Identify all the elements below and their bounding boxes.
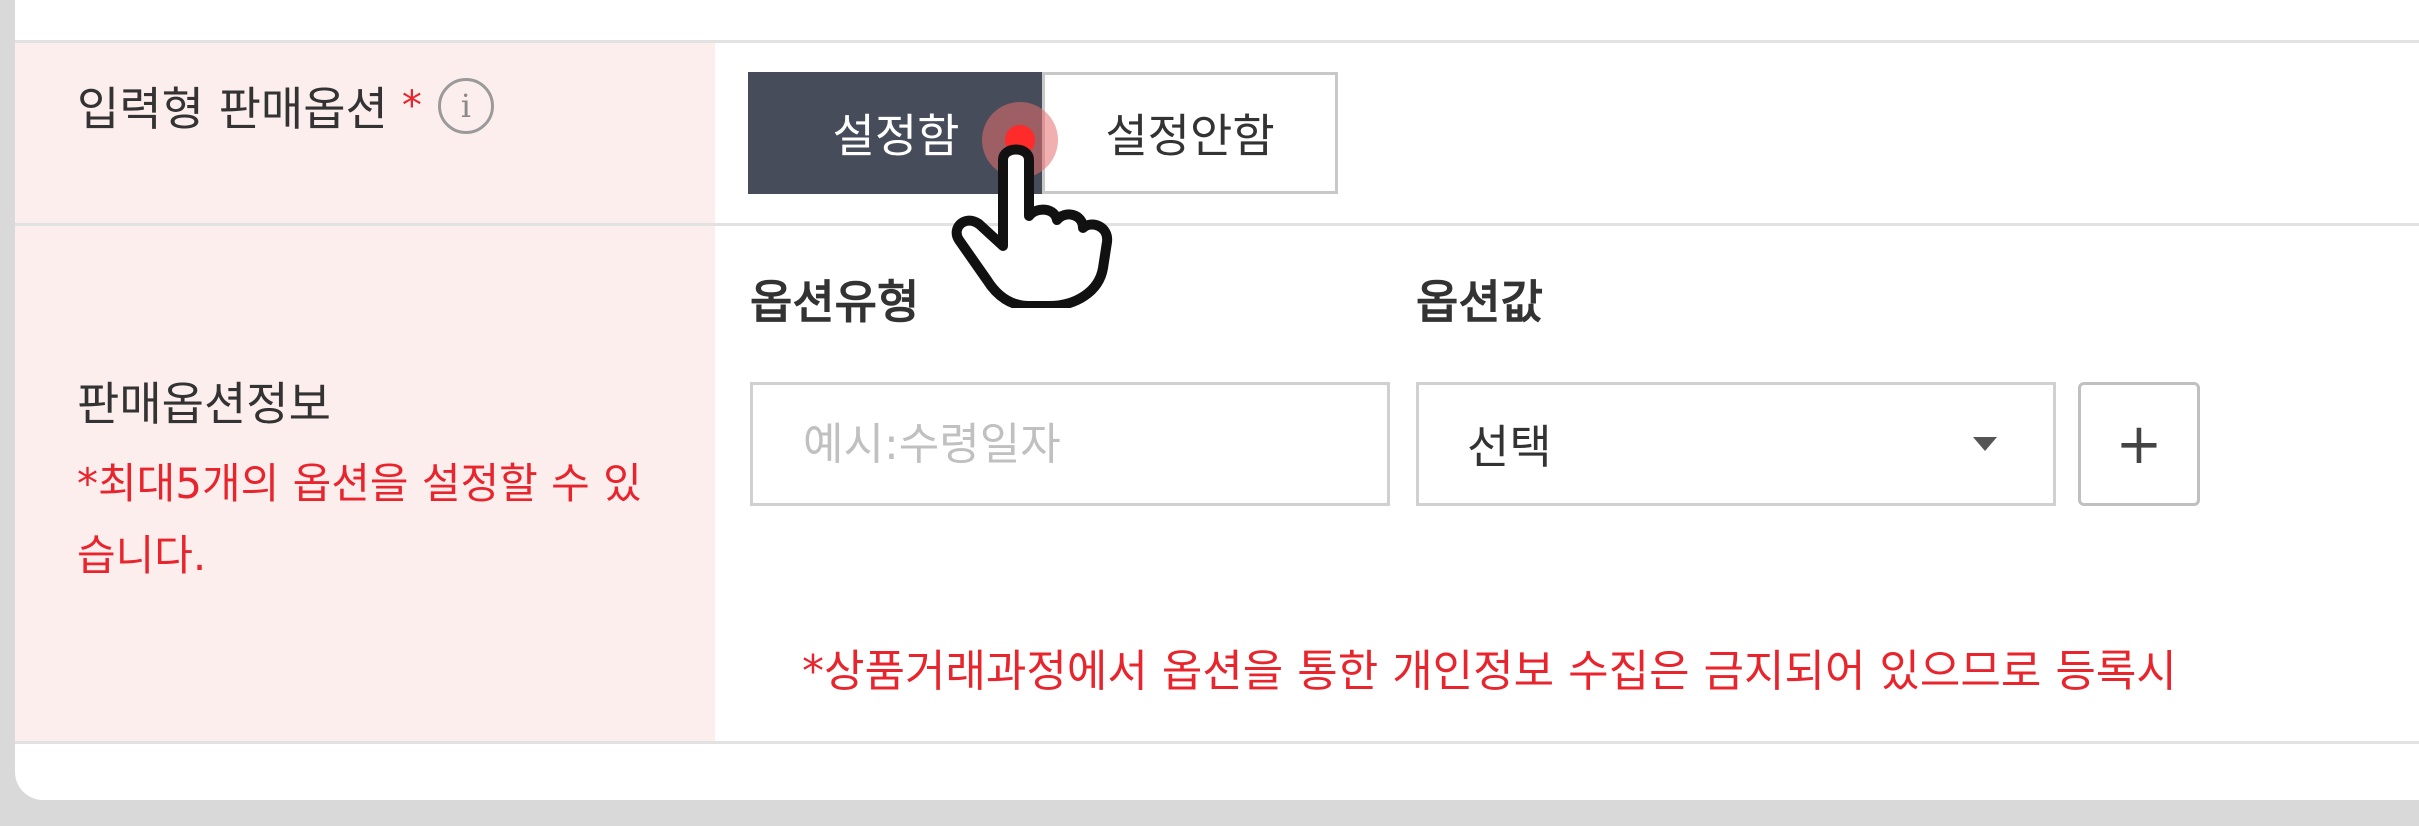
input-option-label: 입력형 판매옵션 * i: [77, 73, 494, 139]
privacy-warning: *상품거래과정에서 옵션을 통한 개인정보 수집은 금지되어 있으므로 등록시: [802, 646, 2177, 697]
option-value-selected: 선택: [1467, 420, 1552, 474]
option-type-input[interactable]: [750, 382, 1390, 506]
option-info-note: *최대5개의 옵션을 설정할 수 있습니다.: [77, 459, 642, 580]
divider-bottom: [15, 741, 2419, 744]
option-value-select[interactable]: 선택: [1416, 382, 2056, 506]
option-info-label-block: 판매옵션정보 *최대5개의 옵션을 설정할 수 있습니다.: [77, 368, 697, 592]
option-type-header: 옵션유형: [750, 275, 920, 329]
input-option-label-text: 입력형 판매옵션: [77, 82, 388, 136]
settings-panel: 입력형 판매옵션 * i 설정함 설정안함 판매옵션정보 *최대5개의 옵션을 …: [15, 0, 2419, 800]
hand-pointer-icon: [951, 144, 1113, 308]
required-mark: *: [401, 83, 422, 129]
add-option-button[interactable]: +: [2078, 382, 2200, 506]
option-value-header: 옵션값: [1416, 275, 1543, 329]
chevron-down-icon: [1973, 437, 1997, 451]
option-info-label: 판매옵션정보: [77, 377, 331, 431]
info-icon[interactable]: i: [437, 78, 494, 134]
